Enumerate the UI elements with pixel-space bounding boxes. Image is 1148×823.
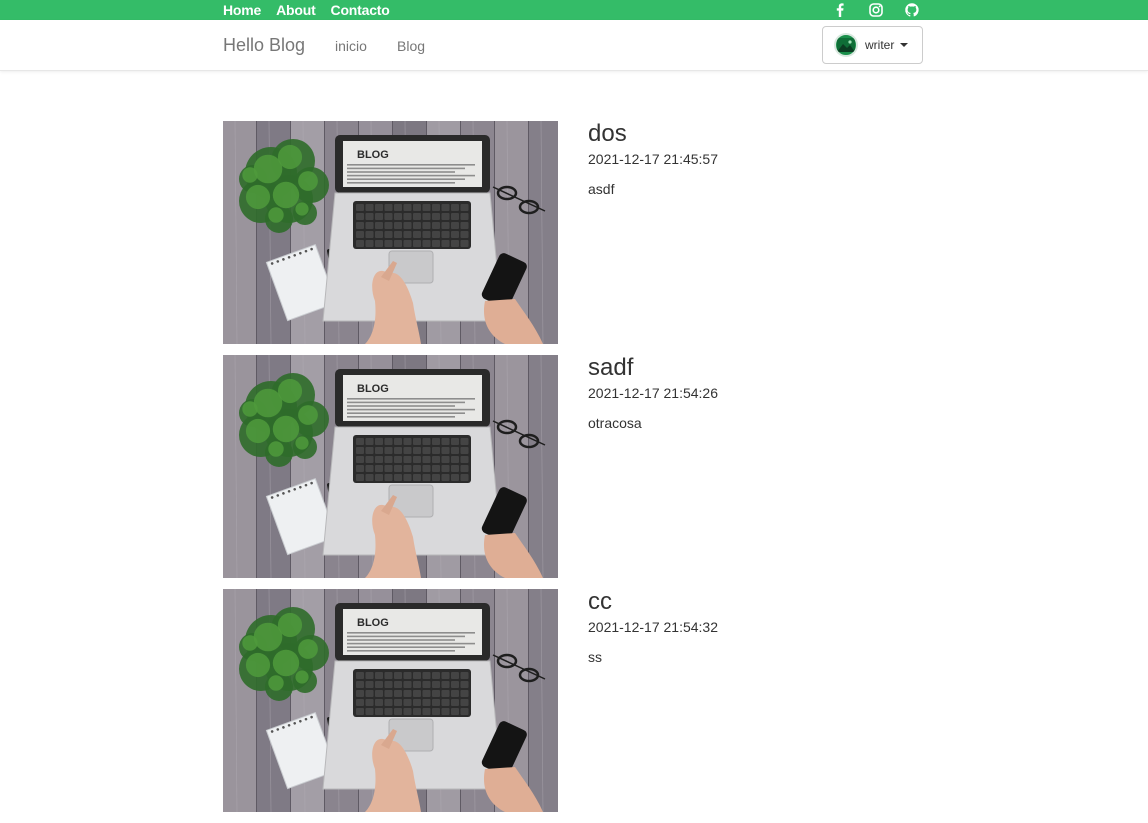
username-label: writer [865,38,895,52]
post-text: dos 2021-12-17 21:45:57 asdf [588,121,718,198]
post-image[interactable]: BLOG [223,121,558,344]
user-dropdown-button[interactable]: writer [822,26,923,64]
about-link[interactable]: About [276,2,316,18]
post-text: sadf 2021-12-17 21:54:26 otracosa [588,355,718,432]
contacto-link[interactable]: Contacto [331,2,390,18]
blog-laptop-image: BLOG [223,355,558,578]
post-item[interactable]: BLOG dos 2021-12-17 21:45:57 asdf [223,121,923,344]
social-links [832,2,920,18]
avatar-icon [834,33,858,57]
post-image[interactable]: BLOG [223,589,558,812]
post-title[interactable]: dos [588,121,718,147]
post-list: BLOG dos 2021-12-17 21:45:57 asdf BLOG s… [223,121,923,823]
top-links: Home About Contacto [223,2,390,18]
nav-inicio[interactable]: inicio [335,38,367,54]
post-body: ss [588,649,602,665]
brand-link[interactable]: Hello Blog [223,35,305,56]
navbar: Hello Blog inicio Blog writer [0,20,1148,71]
blog-laptop-image: BLOG [223,121,558,344]
post-title[interactable]: sadf [588,355,718,381]
post-date: 2021-12-17 21:45:57 [588,151,718,167]
image-blog-text: BLOG [357,149,389,161]
github-icon[interactable] [904,2,920,18]
post-image[interactable]: BLOG [223,355,558,578]
post-body: asdf [588,181,615,197]
blog-laptop-image: BLOG [223,589,558,812]
instagram-icon[interactable] [868,2,884,18]
post-date: 2021-12-17 21:54:26 [588,385,718,401]
post-item[interactable]: BLOG cc 2021-12-17 21:54:32 ss [223,589,923,812]
post-body: otracosa [588,415,642,431]
facebook-icon[interactable] [832,2,848,18]
caret-down-icon [900,43,909,47]
top-bar: Home About Contacto [0,0,1148,20]
nav-blog[interactable]: Blog [397,38,425,54]
post-text: cc 2021-12-17 21:54:32 ss [588,589,718,666]
image-blog-text: BLOG [357,617,389,629]
post-date: 2021-12-17 21:54:32 [588,619,718,635]
image-blog-text: BLOG [357,383,389,395]
home-link[interactable]: Home [223,2,261,18]
post-item[interactable]: BLOG sadf 2021-12-17 21:54:26 otracosa [223,355,923,578]
post-title[interactable]: cc [588,589,718,615]
